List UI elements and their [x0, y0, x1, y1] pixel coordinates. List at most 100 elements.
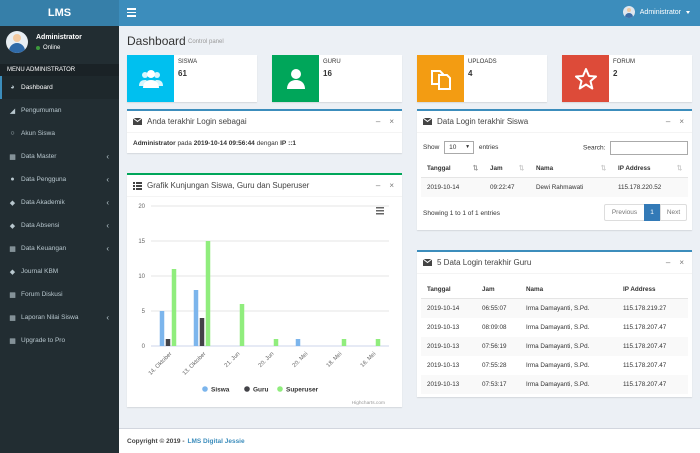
chart-menu-icon[interactable]	[376, 207, 384, 215]
next-page-button[interactable]: Next	[660, 204, 687, 221]
box-header: Data Login terakhir Siswa – ×	[417, 111, 692, 133]
sidebar-item-label: Data Akademik	[21, 199, 65, 206]
sidebar-item-data-master[interactable]: ▦ Data Master ‹	[0, 145, 119, 168]
info-box-label: UPLOADS	[468, 59, 497, 65]
bar-superuser	[205, 241, 211, 346]
legend-marker-superuser	[277, 386, 283, 392]
sidebar-item-forum-diskusi[interactable]: ▦ Forum Diskusi	[0, 283, 119, 306]
x-tick-label: 13. Oktober	[182, 351, 208, 377]
user-menu[interactable]: Administrator	[622, 6, 690, 18]
info-box-value: 16	[323, 69, 332, 78]
info-box-label: GURU	[323, 59, 341, 65]
sidebar-item-data-keuangan[interactable]: ▦ Data Keuangan ‹	[0, 237, 119, 260]
column-header[interactable]: Tanggal ⇅	[421, 160, 484, 178]
legend-label: Guru	[253, 387, 269, 394]
y-tick-label: 15	[138, 239, 145, 245]
table-cell: 2019-10-13	[427, 324, 460, 331]
app-logo[interactable]: LMS	[0, 0, 119, 26]
sort-icon: ⇅	[676, 165, 682, 172]
column-header-label: IP Address	[618, 165, 651, 172]
column-header-label: Jam	[490, 165, 503, 172]
info-box-forum[interactable]: FORUM 2	[562, 55, 692, 102]
collapse-icon[interactable]: –	[376, 181, 380, 190]
menu-toggle-icon[interactable]	[127, 8, 136, 17]
box-header: Grafik Kunjungan Siswa, Guru dan Superus…	[127, 175, 402, 197]
table-cell: 115.178.219.27	[617, 298, 688, 318]
sidebar-item-dashboard[interactable]: ◕ Dashboard	[0, 76, 119, 99]
info-box-label: FORUM	[613, 59, 635, 65]
sidebar-item-akun-siswa[interactable]: ○ Akun Siswa	[0, 122, 119, 145]
top-navbar: Administrator	[119, 0, 700, 26]
user-icon	[272, 55, 319, 102]
collapse-icon[interactable]: –	[666, 258, 670, 267]
sidebar-item-data-absensi[interactable]: ◆ Data Absensi ‹	[0, 214, 119, 237]
table-cell: 2019-10-14	[421, 177, 484, 197]
entries-label: entries	[478, 144, 499, 152]
footer-copyright: Copyright © 2019 -	[127, 437, 185, 445]
entries-select[interactable]: 10 ▼	[444, 141, 475, 154]
column-header[interactable]: Nama ⇅	[530, 160, 612, 178]
info-box-value: 4	[468, 69, 473, 78]
sidebar-menu: ◕ Dashboard ◢ Pengumuman ○ Akun Siswa ▦ Data Ma…	[0, 76, 119, 352]
table-cell: 09:22:47	[484, 177, 530, 197]
info-box-guru[interactable]: GURU 16	[272, 55, 402, 102]
bar-siswa	[193, 290, 199, 346]
chart-box: Grafik Kunjungan Siswa, Guru dan Superus…	[127, 173, 402, 407]
users-icon	[127, 55, 174, 102]
footer-brand-link[interactable]: LMS Digital Jessie	[188, 438, 245, 445]
close-icon[interactable]: ×	[679, 258, 684, 267]
sidebar-item-journal-kbm[interactable]: ◆ Journal KBM	[0, 260, 119, 283]
table-cell: 2019-10-13	[427, 362, 460, 369]
previous-page-button[interactable]: Previous	[604, 204, 645, 221]
sort-icon: ⇅	[472, 165, 478, 172]
search-input[interactable]	[610, 141, 689, 155]
page-1-button[interactable]: 1	[644, 204, 660, 221]
sidebar-item-data-pengguna[interactable]: ● Data Pengguna ‹	[0, 168, 119, 191]
dashboard-icon: ◕	[10, 84, 15, 91]
bar-superuser	[375, 339, 381, 346]
footer: Copyright © 2019 - LMS Digital Jessie	[119, 428, 700, 453]
legend-marker-guru	[244, 386, 250, 392]
avatar	[622, 6, 635, 18]
table-cell: 115.178.207.47	[617, 375, 688, 394]
sidebar-item-label: Laporan Nilai Siswa	[21, 314, 79, 321]
info-box-siswa[interactable]: SISWA 61	[127, 55, 257, 102]
sidebar-item-label: Data Absensi	[21, 222, 60, 229]
sidebar-item-pengumuman[interactable]: ◢ Pengumuman	[0, 99, 119, 122]
box-title: Anda terakhir Login sebagai	[147, 117, 247, 126]
close-icon[interactable]: ×	[389, 181, 394, 190]
text-dengan: dengan	[256, 140, 279, 147]
sidebar-item-label: Upgrade to Pro	[21, 337, 66, 344]
table-cell: 07:53:17	[476, 375, 520, 394]
envelope-icon	[423, 259, 432, 267]
close-icon[interactable]: ×	[389, 117, 394, 126]
info-box-uploads[interactable]: UPLOADS 4	[417, 55, 547, 102]
x-tick-label: 20. Mei	[292, 351, 310, 369]
box-title: Data Login terakhir Siswa	[437, 117, 529, 126]
online-dot-icon	[36, 46, 40, 50]
tag-icon: ◆	[9, 199, 16, 207]
info-box-label: SISWA	[178, 59, 198, 65]
sidebar-item-laporan-nilai-siswa[interactable]: ▦ Laporan Nilai Siswa ‹	[0, 306, 119, 329]
column-header[interactable]: IP Address ⇅	[612, 160, 688, 178]
bar-superuser	[239, 304, 245, 346]
sidebar-item-upgrade-to-pro[interactable]: ▦ Upgrade to Pro	[0, 329, 119, 352]
show-label: Show	[423, 144, 440, 152]
legend-label: Siswa	[211, 387, 230, 394]
close-icon[interactable]: ×	[679, 117, 684, 126]
sidebar: Administrator Online MENU ADMINISTRATOR …	[0, 26, 119, 453]
table-cell: Irma Damayanti, S.Pd.	[520, 298, 617, 318]
chevron-left-icon: ‹	[106, 198, 109, 207]
collapse-icon[interactable]: –	[666, 117, 670, 126]
x-tick-label: 20. Jun	[258, 351, 276, 369]
tag-icon: ◆	[9, 268, 16, 276]
column-header[interactable]: Jam ⇅	[484, 160, 530, 178]
table-cell: 08:09:08	[482, 324, 507, 331]
collapse-icon[interactable]: –	[376, 117, 380, 126]
login-as-text: Administrator pada 2019-10-14 09:56:44 d…	[133, 140, 296, 147]
search-box: Search:	[583, 141, 689, 155]
table-cell: 2019-10-13	[421, 337, 476, 356]
table-row: 2019-10-13 08:09:08 Irma Damayanti, S.Pd. 1…	[421, 318, 688, 337]
sidebar-item-data-akademik[interactable]: ◆ Data Akademik ‹	[0, 191, 119, 214]
box-header: 5 Data Login terakhir Guru – ×	[417, 252, 692, 274]
